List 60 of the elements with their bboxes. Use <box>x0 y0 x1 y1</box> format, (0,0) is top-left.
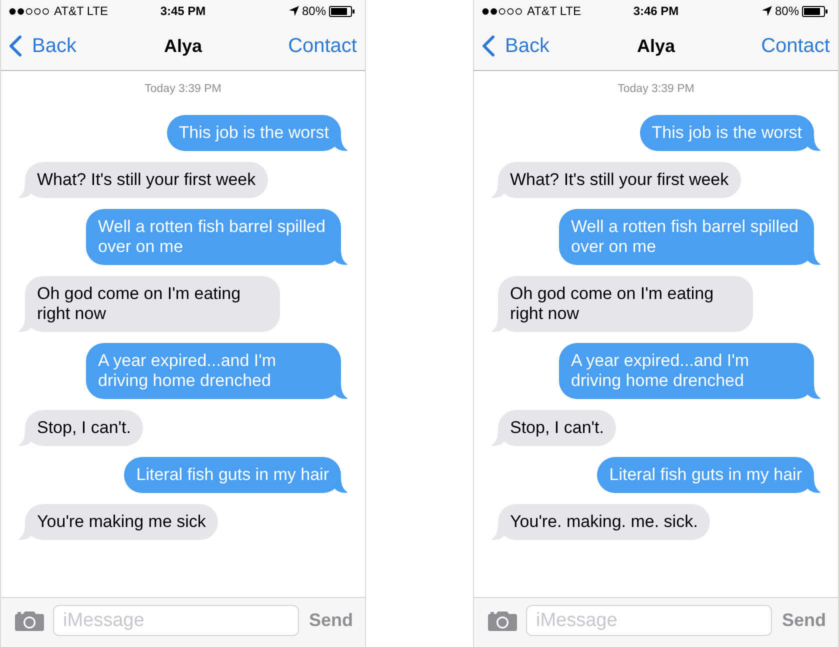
contact-name-title: Alya <box>164 34 202 58</box>
bubble-tail-icon <box>18 524 31 540</box>
battery-icon <box>329 6 355 16</box>
message-bubble: Well a rotten fish barrel spilled over on me <box>559 209 814 265</box>
bubble-tail-icon <box>335 249 348 265</box>
message-bubble: What? It's still your first week <box>498 162 741 198</box>
signal-dots-icon <box>9 8 50 14</box>
message-bubble: Oh god come on I'm eating right now <box>498 276 753 332</box>
bubble-tail-icon <box>491 430 504 446</box>
message-input[interactable]: iMessage <box>526 605 772 636</box>
location-arrow-icon <box>762 6 772 16</box>
conversation-timestamp: Today 3:39 PM <box>618 82 694 96</box>
bubble-tail-icon <box>491 182 504 198</box>
bubble-tail-icon <box>18 182 31 198</box>
back-button[interactable]: Back <box>9 31 76 61</box>
send-button[interactable]: Send <box>308 605 353 636</box>
contact-button[interactable]: Contact <box>761 31 830 61</box>
message-bubble: You're. making. me. sick. <box>498 504 710 540</box>
battery-percent: 80% <box>302 3 326 20</box>
bubble-tail-icon <box>18 430 31 446</box>
back-button[interactable]: Back <box>482 31 550 61</box>
bubble-tail-icon <box>335 135 348 151</box>
chevron-left-icon <box>482 35 495 57</box>
message-bubble: A year expired...and I'm driving home drenched <box>86 343 341 399</box>
message-bubble: Stop, I can't. <box>498 410 616 446</box>
message-bubble: This job is the worst <box>166 115 341 151</box>
contact-name-title: Alya <box>636 34 676 58</box>
clock-time: 3:45 PM <box>160 3 206 20</box>
message-input[interactable]: iMessage <box>53 605 299 636</box>
signal-dots-icon <box>482 8 523 14</box>
location-arrow-icon <box>288 6 299 16</box>
bubble-tail-icon <box>808 135 821 151</box>
message-bubble: This job is the worst <box>640 115 814 151</box>
message-bubble: Stop, I can't. <box>25 410 143 446</box>
contact-button[interactable]: Contact <box>288 31 357 61</box>
bubble-tail-icon <box>491 316 504 332</box>
conversation-timestamp: Today 3:39 PM <box>144 82 222 96</box>
message-bubble: Well a rotten fish barrel spilled over on me <box>86 209 341 265</box>
clock-time: 3:46 PM <box>633 3 679 20</box>
battery-icon <box>802 6 828 16</box>
bubble-tail-icon <box>808 249 821 265</box>
bubble-tail-icon <box>335 477 348 493</box>
message-bubble: Literal fish guts in my hair <box>124 457 341 493</box>
message-bubble: A year expired...and I'm driving home drenched <box>559 343 814 399</box>
bubble-tail-icon <box>491 524 504 540</box>
chevron-left-icon <box>9 35 22 57</box>
carrier-label: AT&T LTE <box>54 3 108 20</box>
carrier-label: AT&T LTE <box>527 3 582 20</box>
bubble-tail-icon <box>335 383 348 399</box>
camera-icon[interactable] <box>488 611 517 631</box>
message-bubble: You're making me sick <box>25 504 218 540</box>
message-bubble: Literal fish guts in my hair <box>597 457 814 493</box>
bubble-tail-icon <box>18 316 31 332</box>
bubble-tail-icon <box>808 477 821 493</box>
battery-percent: 80% <box>774 3 799 20</box>
message-bubble: What? It's still your first week <box>25 162 268 198</box>
message-bubble: Oh god come on I'm eating right now <box>25 276 280 332</box>
send-button[interactable]: Send <box>782 605 826 636</box>
bubble-tail-icon <box>808 383 821 399</box>
camera-icon[interactable] <box>15 611 44 631</box>
